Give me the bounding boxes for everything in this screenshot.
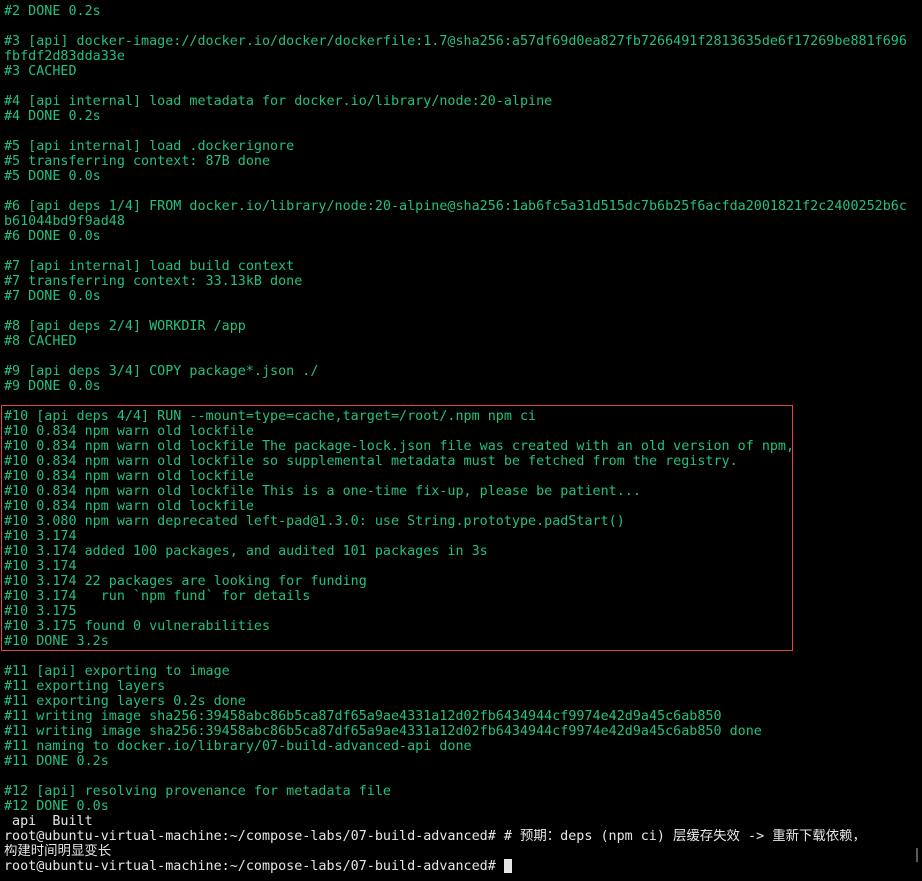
log-line: #6 DONE 0.0s <box>4 229 101 244</box>
log-line: #11 writing image sha256:39458abc86b5ca8… <box>4 724 762 739</box>
log-line: #8 CACHED <box>4 334 77 349</box>
log-line: #7 transferring context: 33.13kB done <box>4 274 303 289</box>
log-line: #10 0.834 npm warn old lockfile <box>4 469 254 484</box>
log-line: b61044bd9f9ad48 <box>4 214 125 229</box>
log-line: #10 0.834 npm warn old lockfile so suppl… <box>4 454 738 469</box>
built-status-line: api Built <box>4 814 93 829</box>
log-line: #11 exporting layers 0.2s done <box>4 694 246 709</box>
active-prompt-line[interactable]: root@ubuntu-virtual-machine:~/compose-la… <box>4 859 910 874</box>
log-line: #12 [api] resolving provenance for metad… <box>4 784 391 799</box>
log-line: #8 [api deps 2/4] WORKDIR /app <box>4 319 246 334</box>
log-line: #2 DONE 0.2s <box>4 4 101 19</box>
log-line: #7 [api internal] load build context <box>4 259 295 274</box>
log-line: #10 0.834 npm warn old lockfile This is … <box>4 484 641 499</box>
log-line: #10 DONE 3.2s <box>4 634 109 649</box>
prompt-line: root@ubuntu-virtual-machine:~/compose-la… <box>4 829 866 844</box>
log-line: #10 3.174 <box>4 559 77 574</box>
log-line: #11 [api] exporting to image <box>4 664 230 679</box>
log-line: #5 [api internal] load .dockerignore <box>4 139 295 154</box>
log-line: #12 DONE 0.0s <box>4 799 109 814</box>
log-line: #4 [api internal] load metadata for dock… <box>4 94 553 109</box>
log-line: #11 DONE 0.2s <box>4 754 109 769</box>
log-line: #10 3.174 22 packages are looking for fu… <box>4 574 367 589</box>
log-line: #11 exporting layers <box>4 679 166 694</box>
log-line: #10 0.834 npm warn old lockfile <box>4 499 254 514</box>
log-line: #10 3.080 npm warn deprecated left-pad@1… <box>4 514 625 529</box>
log-line: #10 0.834 npm warn old lockfile The pack… <box>4 439 795 454</box>
log-line: #9 DONE 0.0s <box>4 379 101 394</box>
log-line: fbfdf2d83dda33e <box>4 49 125 64</box>
log-line: #10 0.834 npm warn old lockfile <box>4 424 254 439</box>
log-line: #10 [api deps 4/4] RUN --mount=type=cach… <box>4 409 537 424</box>
log-line: #9 [api deps 3/4] COPY package*.json ./ <box>4 364 319 379</box>
log-line: #11 naming to docker.io/library/07-build… <box>4 739 472 754</box>
log-line: #11 writing image sha256:39458abc86b5ca8… <box>4 709 722 724</box>
terminal-window[interactable]: #2 DONE 0.2s #3 [api] docker-image://dock… <box>0 0 922 881</box>
log-line: #4 DONE 0.2s <box>4 109 101 124</box>
log-line: #3 [api] docker-image://docker.io/docker… <box>4 34 907 49</box>
log-line: #10 3.174 <box>4 529 77 544</box>
log-line: #5 DONE 0.0s <box>4 169 101 184</box>
log-line: #7 DONE 0.0s <box>4 289 101 304</box>
prompt-comment-continuation: 构建时间明显变长 <box>4 844 112 859</box>
log-line: #10 3.174 run `npm fund` for details <box>4 589 311 604</box>
cursor <box>503 859 512 873</box>
build-log: #2 DONE 0.2s #3 [api] docker-image://dock… <box>4 4 910 814</box>
log-line: #10 3.175 found 0 vulnerabilities <box>4 619 271 634</box>
scrollbar[interactable] <box>916 848 918 862</box>
log-line: #10 3.175 <box>4 604 77 619</box>
terminal-output: #2 DONE 0.2s #3 [api] docker-image://dock… <box>4 4 910 874</box>
log-line: #6 [api deps 1/4] FROM docker.io/library… <box>4 199 907 214</box>
log-line: #10 3.174 added 100 packages, and audite… <box>4 544 488 559</box>
log-line: #5 transferring context: 87B done <box>4 154 271 169</box>
prompt-text: root@ubuntu-virtual-machine:~/compose-la… <box>4 859 504 874</box>
log-line: #3 CACHED <box>4 64 77 79</box>
